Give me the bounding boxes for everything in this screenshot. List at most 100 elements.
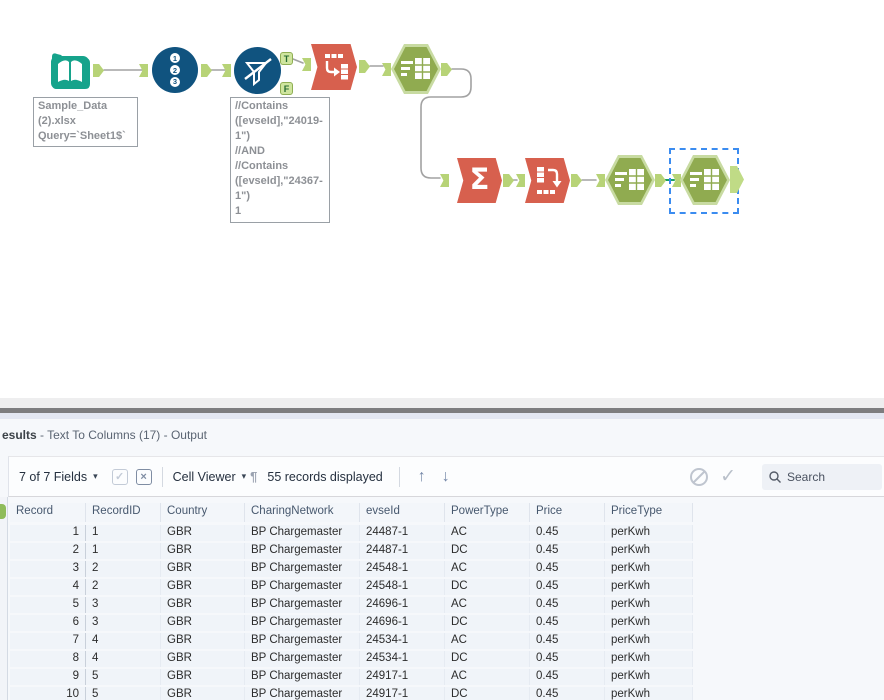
table-cell[interactable]: GBR — [161, 651, 245, 667]
column-header[interactable]: PriceType — [605, 503, 693, 522]
table-cell[interactable]: 0.45 — [530, 525, 605, 541]
arrow-down-button[interactable]: ↓ — [442, 468, 450, 486]
table-cell[interactable]: 1 — [86, 543, 161, 559]
table-cell[interactable]: GBR — [161, 525, 245, 541]
table-cell[interactable]: BP Chargemaster — [245, 615, 360, 631]
table-cell[interactable]: 24696-1 — [360, 597, 445, 613]
column-header[interactable]: Country — [161, 503, 245, 522]
table-cell[interactable]: 3 — [86, 597, 161, 613]
table-cell[interactable]: perKwh — [605, 615, 693, 631]
table-cell[interactable]: perKwh — [605, 633, 693, 649]
workflow-canvas[interactable]: 1 2 3 T F Σ Sample_Data (2).xlsx Query=`… — [0, 0, 884, 398]
table-cell[interactable]: BP Chargemaster — [245, 525, 360, 541]
table-cell[interactable]: 0.45 — [530, 561, 605, 577]
table-cell[interactable]: 0.45 — [530, 543, 605, 559]
table-cell[interactable]: GBR — [161, 579, 245, 595]
table-cell[interactable]: GBR — [161, 561, 245, 577]
table-row[interactable]: 1 1 GBR BP Chargemaster 24487-1 AC 0.45 perKwh — [10, 525, 693, 541]
table-cell[interactable]: 0.45 — [530, 579, 605, 595]
column-header[interactable]: PowerType — [445, 503, 530, 522]
record-id-tool[interactable]: 1 2 3 — [152, 47, 198, 93]
filter-false-anchor[interactable]: F — [280, 82, 293, 95]
table-cell[interactable]: 4 — [86, 633, 161, 649]
table-cell[interactable]: 5 — [86, 687, 161, 700]
table-cell[interactable]: 24548-1 — [360, 561, 445, 577]
table-cell[interactable]: DC — [445, 543, 530, 559]
column-header[interactable]: Price — [530, 503, 605, 522]
table-cell[interactable]: BP Chargemaster — [245, 687, 360, 700]
table-cell[interactable]: GBR — [161, 669, 245, 685]
cancel-icon[interactable] — [688, 466, 710, 488]
table-cell[interactable]: 4 — [86, 651, 161, 667]
cell-viewer-dropdown[interactable]: Cell Viewer ▾ — [173, 470, 247, 484]
table-cell[interactable]: 0.45 — [530, 597, 605, 613]
confirm-check-icon[interactable]: ✓ — [720, 465, 736, 488]
column-header[interactable]: Record — [10, 503, 86, 522]
table-cell[interactable]: 3 — [86, 615, 161, 631]
column-header[interactable]: CharingNetwork — [245, 503, 360, 522]
search-input[interactable] — [787, 469, 873, 484]
table-cell[interactable]: GBR — [161, 543, 245, 559]
results-side-strip[interactable] — [0, 497, 8, 700]
table-cell[interactable]: 2 — [86, 561, 161, 577]
table-cell[interactable]: AC — [445, 561, 530, 577]
table-cell[interactable]: 0.45 — [530, 633, 605, 649]
table-row[interactable]: 5 3 GBR BP Chargemaster 24696-1 AC 0.45 perKwh — [10, 597, 693, 613]
table-cell[interactable]: 3 — [10, 561, 86, 577]
table-cell[interactable]: 24917-1 — [360, 669, 445, 685]
table-row[interactable]: 2 1 GBR BP Chargemaster 24487-1 DC 0.45 perKwh — [10, 543, 693, 559]
table-row[interactable]: 7 4 GBR BP Chargemaster 24534-1 AC 0.45 perKwh — [10, 633, 693, 649]
table-cell[interactable]: AC — [445, 525, 530, 541]
search-box[interactable] — [762, 463, 882, 490]
table-cell[interactable]: 1 — [10, 525, 86, 541]
table-row[interactable]: 8 4 GBR BP Chargemaster 24534-1 DC 0.45 perKwh — [10, 651, 693, 667]
table-cell[interactable]: perKwh — [605, 561, 693, 577]
table-cell[interactable]: 0.45 — [530, 615, 605, 631]
table-cell[interactable]: 2 — [10, 543, 86, 559]
table-cell[interactable]: DC — [445, 579, 530, 595]
table-cell[interactable]: 24534-1 — [360, 633, 445, 649]
table-cell[interactable]: GBR — [161, 633, 245, 649]
whitespace-toggle-button[interactable]: ¶ — [250, 469, 257, 484]
table-cell[interactable]: 10 — [10, 687, 86, 700]
table-cell[interactable]: DC — [445, 615, 530, 631]
table-row[interactable]: 3 2 GBR BP Chargemaster 24548-1 AC 0.45 perKwh — [10, 561, 693, 577]
table-cell[interactable]: GBR — [161, 615, 245, 631]
table-cell[interactable]: GBR — [161, 597, 245, 613]
input-annotation[interactable]: Sample_Data (2).xlsx Query=`Sheet1$` — [33, 97, 138, 147]
table-cell[interactable]: 2 — [86, 579, 161, 595]
table-cell[interactable]: perKwh — [605, 525, 693, 541]
table-cell[interactable]: BP Chargemaster — [245, 651, 360, 667]
table-cell[interactable]: 0.45 — [530, 687, 605, 700]
table-cell[interactable]: AC — [445, 669, 530, 685]
table-row[interactable]: 9 5 GBR BP Chargemaster 24917-1 AC 0.45 perKwh — [10, 669, 693, 685]
table-cell[interactable]: perKwh — [605, 687, 693, 700]
table-cell[interactable]: BP Chargemaster — [245, 633, 360, 649]
table-cell[interactable]: 0.45 — [530, 651, 605, 667]
table-row[interactable]: 4 2 GBR BP Chargemaster 24548-1 DC 0.45 perKwh — [10, 579, 693, 595]
table-cell[interactable]: 24696-1 — [360, 615, 445, 631]
table-cell[interactable]: BP Chargemaster — [245, 543, 360, 559]
table-cell[interactable]: 24548-1 — [360, 579, 445, 595]
transpose-tool[interactable] — [525, 158, 570, 203]
fields-dropdown[interactable]: 7 of 7 Fields ▾ — [19, 470, 98, 484]
table-cell[interactable]: 7 — [10, 633, 86, 649]
table-cell[interactable]: 9 — [10, 669, 86, 685]
table-cell[interactable]: perKwh — [605, 579, 693, 595]
table-cell[interactable]: 8 — [10, 651, 86, 667]
column-header[interactable]: evseId — [360, 503, 445, 522]
column-header[interactable]: RecordID — [86, 503, 161, 522]
table-cell[interactable]: BP Chargemaster — [245, 579, 360, 595]
table-row[interactable]: 6 3 GBR BP Chargemaster 24696-1 DC 0.45 perKwh — [10, 615, 693, 631]
table-cell[interactable]: 24487-1 — [360, 525, 445, 541]
summarize-tool[interactable]: Σ — [457, 158, 502, 203]
table-cell[interactable]: perKwh — [605, 651, 693, 667]
table-cell[interactable]: AC — [445, 597, 530, 613]
apply-checkbox-button[interactable]: ✓ — [111, 468, 128, 485]
table-cell[interactable]: BP Chargemaster — [245, 561, 360, 577]
table-cell[interactable]: BP Chargemaster — [245, 669, 360, 685]
wire-filter-true-to-texttocolumns[interactable] — [292, 58, 304, 64]
close-box-button[interactable]: × — [135, 468, 152, 485]
table-cell[interactable]: 5 — [10, 597, 86, 613]
table-cell[interactable]: 24917-1 — [360, 687, 445, 700]
